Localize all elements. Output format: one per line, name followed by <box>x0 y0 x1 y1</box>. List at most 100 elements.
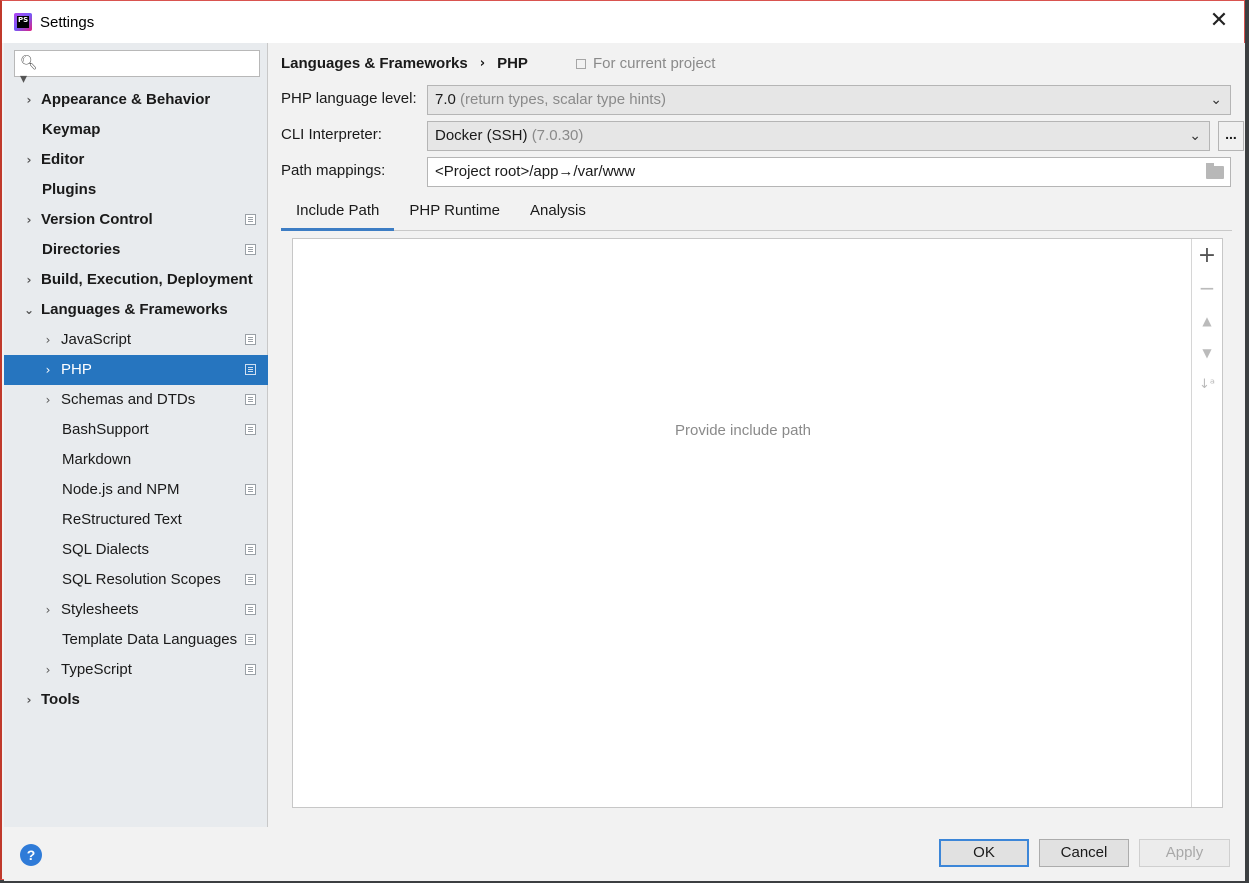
search-icon: 🔍︎▾ <box>20 55 38 87</box>
help-icon[interactable]: ? <box>20 844 42 866</box>
breadcrumb-parent[interactable]: Languages & Frameworks <box>281 53 468 75</box>
sidebar-item-plugins[interactable]: Plugins <box>4 175 268 205</box>
sidebar-item-version-control[interactable]: › Version Control <box>4 205 268 235</box>
add-icon[interactable]: + <box>1192 242 1222 270</box>
cli-interpreter-label: CLI Interpreter: <box>281 126 382 143</box>
sidebar-item-javascript[interactable]: › JavaScript <box>4 325 268 355</box>
breadcrumb-current: PHP <box>497 55 528 72</box>
project-scope-icon <box>245 544 256 555</box>
project-scope-icon <box>245 214 256 225</box>
sidebar-item-restructured-text[interactable]: ReStructured Text <box>4 505 268 535</box>
language-level-label: PHP language level: <box>281 90 417 107</box>
cli-interpreter-hint: (7.0.30) <box>531 127 584 144</box>
sidebar-item-label: Languages & Frameworks <box>41 301 228 318</box>
settings-search[interactable]: 🔍︎▾ <box>14 50 260 87</box>
sidebar-item-typescript[interactable]: › TypeScript <box>4 655 268 685</box>
chevron-right-icon[interactable]: › <box>41 385 55 415</box>
sidebar-item-languages-frameworks[interactable]: ⌄ Languages & Frameworks <box>4 295 268 325</box>
project-scope-icon <box>245 484 256 495</box>
move-down-icon[interactable]: ▼ <box>1192 339 1222 367</box>
move-up-icon[interactable]: ▲ <box>1192 307 1222 335</box>
language-level-row: PHP language level: 7.0 (return types, s… <box>281 85 1231 115</box>
path-mappings-field[interactable]: <Project root>/app→/var/www <box>427 157 1231 187</box>
sidebar-item-stylesheets[interactable]: › Stylesheets <box>4 595 268 625</box>
sidebar-item-label: BashSupport <box>62 421 149 438</box>
language-level-select[interactable]: 7.0 (return types, scalar type hints) ⌄ <box>427 85 1231 115</box>
folder-icon[interactable] <box>1206 163 1224 179</box>
sidebar-item-label: Build, Execution, Deployment <box>41 271 253 288</box>
sidebar-item-label: PHP <box>61 361 92 378</box>
sidebar-item-php[interactable]: › PHP <box>4 355 268 385</box>
sidebar-item-node-js-and-npm[interactable]: Node.js and NPM <box>4 475 268 505</box>
cli-interpreter-value: Docker (SSH) <box>435 127 528 144</box>
cancel-button[interactable]: Cancel <box>1039 839 1129 867</box>
phpstorm-icon: PS <box>14 13 32 31</box>
breadcrumb-separator: › <box>479 56 486 71</box>
chevron-right-icon[interactable]: › <box>41 655 55 685</box>
sidebar-item-label: Template Data Languages <box>62 631 238 648</box>
sidebar-item-editor[interactable]: › Editor <box>4 145 268 175</box>
include-path-panel: Provide include path + − ▲ ▼ ↓ᵃ <box>292 238 1223 808</box>
chevron-right-icon[interactable]: › <box>41 595 55 625</box>
sidebar-item-sql-dialects[interactable]: SQL Dialects <box>4 535 268 565</box>
sidebar-item-label: Appearance & Behavior <box>41 91 211 108</box>
remove-icon[interactable]: − <box>1192 274 1222 302</box>
sidebar-item-label: Plugins <box>42 181 97 198</box>
cli-interpreter-row: CLI Interpreter: Docker (SSH) (7.0.30) ⌄… <box>281 121 1244 151</box>
chevron-down-icon: ⌄ <box>1210 92 1222 108</box>
dialog-footer: ? OK Cancel Apply <box>4 827 1245 881</box>
chevron-right-icon[interactable]: › <box>41 325 55 355</box>
sidebar-item-keymap[interactable]: Keymap <box>4 115 268 145</box>
sidebar-item-label: ReStructured Text <box>62 511 182 528</box>
cli-interpreter-select[interactable]: Docker (SSH) (7.0.30) ⌄ <box>427 121 1210 151</box>
close-icon[interactable]: ✕ <box>1208 10 1230 32</box>
tab-analysis[interactable]: Analysis <box>515 193 601 231</box>
sort-icon[interactable]: ↓ᵃ <box>1192 371 1222 399</box>
sidebar-item-label: Directories <box>42 241 121 258</box>
project-scope-icon <box>245 634 256 645</box>
project-scope-icon <box>245 604 256 615</box>
sidebar-item-bashsupport[interactable]: BashSupport <box>4 415 268 445</box>
tab-include-path[interactable]: Include Path <box>281 193 395 231</box>
breadcrumb: Languages & Frameworks › PHP For current… <box>281 53 715 75</box>
settings-main: Languages & Frameworks › PHP For current… <box>269 43 1245 827</box>
path-mappings-label: Path mappings: <box>281 162 386 179</box>
sidebar-item-appearance-behavior[interactable]: › Appearance & Behavior <box>4 85 268 115</box>
chevron-right-icon[interactable]: › <box>41 355 55 385</box>
chevron-right-icon[interactable]: › <box>22 685 36 715</box>
sidebar-item-build-execution-deployment[interactable]: › Build, Execution, Deployment <box>4 265 268 295</box>
sidebar-item-label: Keymap <box>42 121 101 138</box>
chevron-right-icon[interactable]: › <box>22 265 36 295</box>
sidebar-item-sql-resolution-scopes[interactable]: SQL Resolution Scopes <box>4 565 268 595</box>
sidebar-item-tools[interactable]: › Tools <box>4 685 268 715</box>
chevron-right-icon[interactable]: › <box>22 205 36 235</box>
chevron-down-icon[interactable]: ⌄ <box>22 295 36 325</box>
project-scope-icon <box>245 664 256 675</box>
sidebar-item-label: TypeScript <box>61 661 132 678</box>
tab-php-runtime[interactable]: PHP Runtime <box>394 193 515 231</box>
search-input[interactable] <box>45 53 255 74</box>
include-path-toolbar: + − ▲ ▼ ↓ᵃ <box>1191 239 1222 807</box>
settings-sidebar: 🔍︎▾ › Appearance & Behavior Keymap › Editor P… <box>4 43 268 827</box>
cli-interpreter-more-button[interactable]: ... <box>1218 121 1244 151</box>
project-scope-icon <box>575 59 586 69</box>
chevron-right-icon[interactable]: › <box>22 145 36 175</box>
apply-button[interactable]: Apply <box>1139 839 1230 867</box>
sidebar-item-directories[interactable]: Directories <box>4 235 268 265</box>
php-tabs: Include Path PHP Runtime Analysis <box>281 193 1232 231</box>
sidebar-item-label: Version Control <box>41 211 153 228</box>
window-title: Settings <box>40 13 95 31</box>
project-scope-icon <box>245 364 256 375</box>
empty-state-text: Provide include path <box>675 422 811 439</box>
ok-button[interactable]: OK <box>939 839 1029 867</box>
sidebar-item-schemas-and-dtds[interactable]: › Schemas and DTDs <box>4 385 268 415</box>
sidebar-item-label: Tools <box>41 691 80 708</box>
sidebar-item-label: SQL Dialects <box>62 541 149 558</box>
language-level-value: 7.0 <box>435 91 456 108</box>
sidebar-item-label: Editor <box>41 151 85 168</box>
settings-window: PS Settings ✕ 🔍︎▾ › Appearance & Behavior… <box>0 0 1245 881</box>
sidebar-item-markdown[interactable]: Markdown <box>4 445 268 475</box>
sidebar-item-template-data-languages[interactable]: Template Data Languages <box>4 625 268 655</box>
settings-tree: › Appearance & Behavior Keymap › Editor Plugi… <box>4 85 268 715</box>
chevron-right-icon[interactable]: › <box>22 85 36 115</box>
